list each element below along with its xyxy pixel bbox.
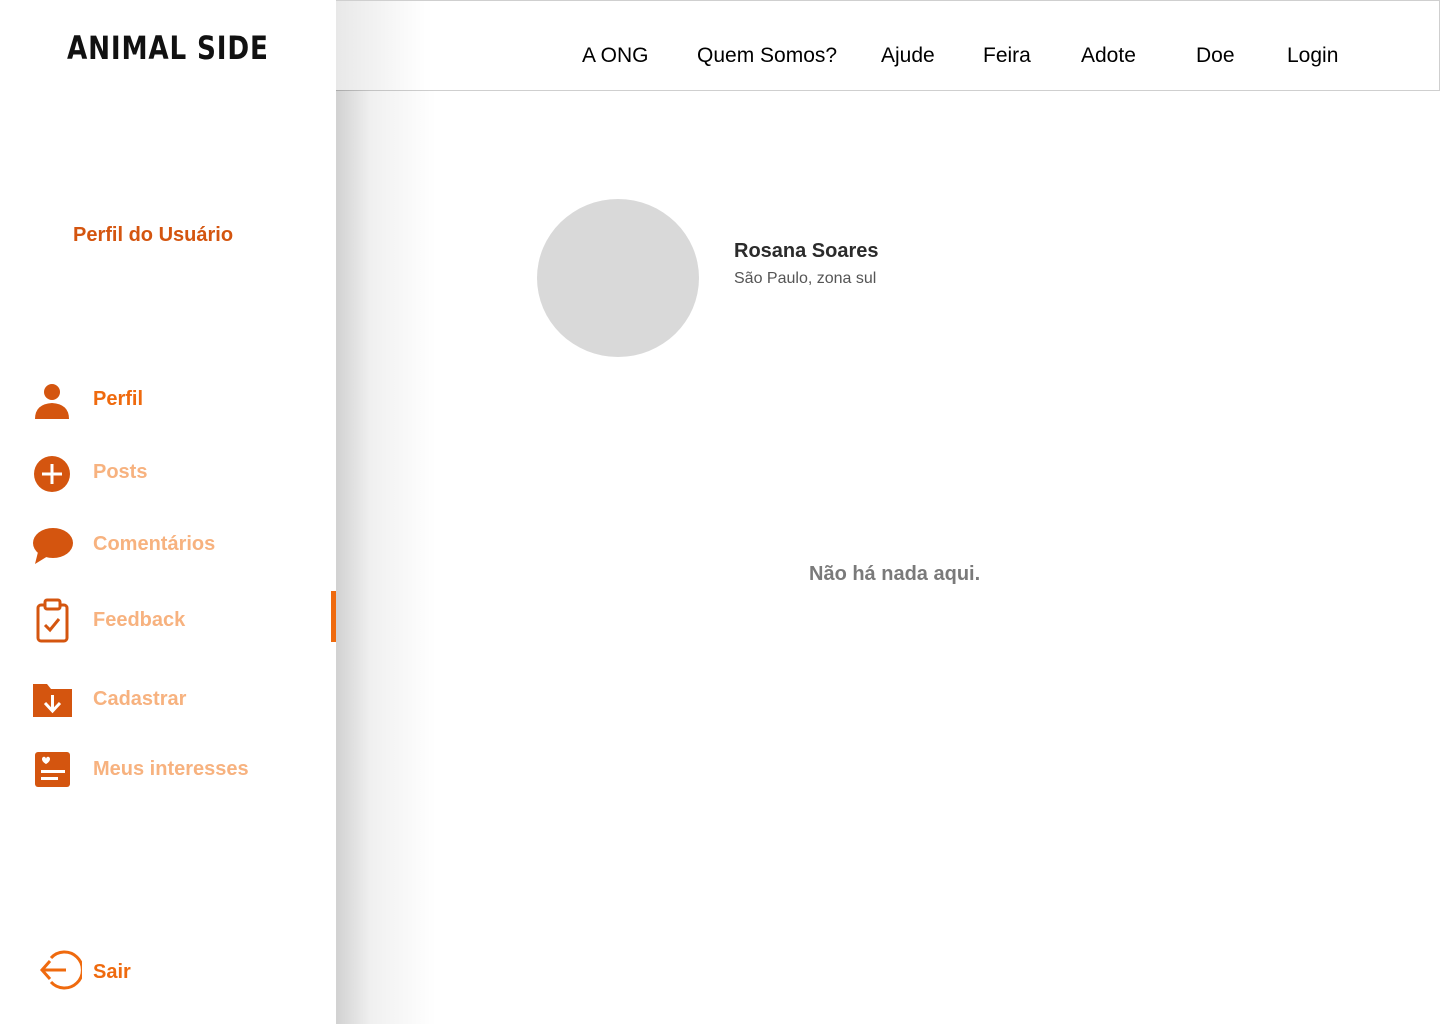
avatar[interactable] bbox=[537, 199, 699, 357]
user-icon bbox=[30, 376, 76, 422]
sidebar-item-label: Feedback bbox=[93, 608, 186, 631]
plus-circle-icon bbox=[30, 449, 76, 495]
sidebar-item-feedback[interactable]: Feedback bbox=[30, 596, 330, 644]
user-location: São Paulo, zona sul bbox=[734, 270, 877, 287]
sidebar-heading: Perfil do Usuário bbox=[73, 224, 234, 246]
logout-label: Sair bbox=[93, 960, 131, 983]
nav-link-doe[interactable]: Doe bbox=[1196, 44, 1235, 68]
sidebar-item-label: Cadastrar bbox=[93, 687, 187, 710]
user-name: Rosana Soares bbox=[734, 240, 879, 262]
sidebar-shadow bbox=[336, 90, 436, 1024]
logout-button[interactable]: Sair bbox=[38, 950, 238, 994]
logout-icon bbox=[38, 948, 84, 997]
empty-state-message: Não há nada aqui. bbox=[809, 563, 981, 585]
heart-list-icon bbox=[30, 746, 76, 792]
folder-download-icon bbox=[30, 676, 76, 722]
sidebar-item-label: Meus interesses bbox=[93, 757, 249, 780]
sidebar-item-perfil[interactable]: Perfil bbox=[30, 375, 330, 423]
brand-logo[interactable]: ANIMAL SIDE bbox=[67, 28, 268, 68]
clipboard-check-icon bbox=[30, 597, 76, 643]
sidebar-item-posts[interactable]: Posts bbox=[30, 448, 330, 496]
nav-link-login[interactable]: Login bbox=[1287, 44, 1338, 68]
sidebar-item-cadastrar[interactable]: Cadastrar bbox=[30, 675, 330, 723]
nav-link-ajude[interactable]: Ajude bbox=[881, 44, 935, 68]
sidebar-item-label: Perfil bbox=[93, 387, 144, 410]
sidebar-item-meus-interesses[interactable]: Meus interesses bbox=[30, 745, 330, 793]
nav-link-adote[interactable]: Adote bbox=[1081, 44, 1136, 68]
sidebar: ANIMAL SIDE Perfil do Usuário Perfil Pos… bbox=[0, 0, 336, 1024]
sidebar-item-label: Comentários bbox=[93, 532, 216, 555]
sidebar-item-comentarios[interactable]: Comentários bbox=[30, 520, 330, 568]
nav-link-a-ong[interactable]: A ONG bbox=[582, 44, 649, 68]
chat-bubble-icon bbox=[30, 521, 76, 567]
active-indicator bbox=[331, 591, 336, 642]
sidebar-item-label: Posts bbox=[93, 460, 148, 483]
nav-link-feira[interactable]: Feira bbox=[983, 44, 1031, 68]
topbar-shadow bbox=[336, 1, 426, 90]
nav-link-quem-somos[interactable]: Quem Somos? bbox=[697, 44, 837, 68]
